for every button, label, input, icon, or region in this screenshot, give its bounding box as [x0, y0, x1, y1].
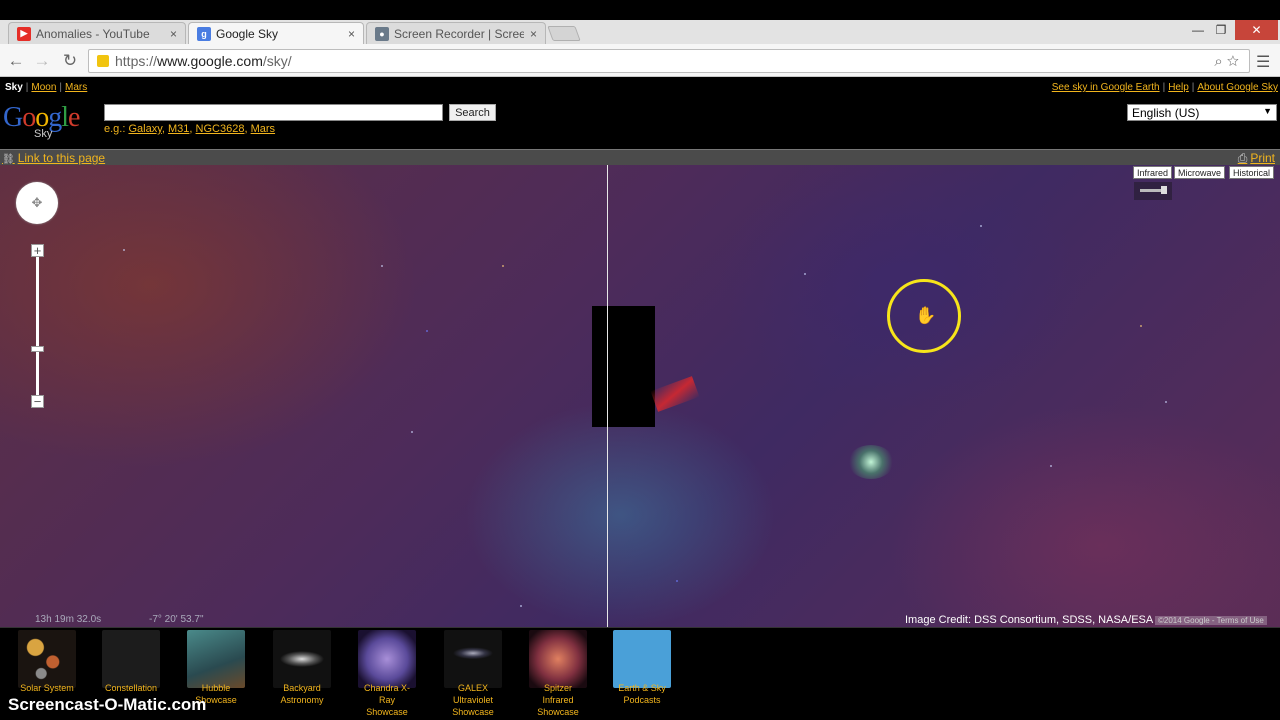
example-galaxy-link[interactable]: Galaxy: [128, 123, 161, 135]
bookmark-star-icon[interactable]: ☆: [1227, 53, 1243, 70]
search-button[interactable]: Search: [449, 104, 496, 121]
reload-icon[interactable]: ↻: [59, 50, 81, 72]
example-mars-link[interactable]: Mars: [251, 123, 275, 135]
showcase-chandra[interactable]: Chandra X-Ray Showcase: [357, 630, 417, 718]
url-text: https://www.google.com/sky/: [115, 53, 292, 69]
recorder-watermark: Screencast-O-Matic.com: [8, 695, 207, 714]
opacity-thumb[interactable]: [1161, 186, 1167, 194]
sky-header: Sky | Moon | Mars See sky in Google Earth | He…: [0, 78, 1280, 148]
copyright-notice: ©2014 Google - Terms of Use: [1155, 616, 1267, 625]
constellation-thumbnail: [102, 630, 160, 688]
browser-toolbar: ← → ↻ https://www.google.com/sky/ ⌕☆ ☰: [0, 44, 1280, 77]
layer-opacity-slider[interactable]: [1134, 182, 1172, 200]
showcase-solar-system[interactable]: Solar System: [17, 630, 77, 694]
showcase-spitzer[interactable]: Spitzer Infrared Showcase: [528, 630, 588, 718]
image-credit: Image Credit: DSS Consortium, SDSS, NASA…: [905, 614, 1154, 626]
dropdown-arrow-icon: ▼: [1263, 106, 1272, 116]
galex-thumbnail: [444, 630, 502, 688]
nebula-streak: [650, 376, 700, 412]
earth-sky-thumbnail: [613, 630, 671, 688]
spitzer-thumbnail: [529, 630, 587, 688]
lock-warning-icon: [97, 55, 109, 67]
showcase-backyard-astronomy[interactable]: Backyard Astronomy: [272, 630, 332, 706]
zoom-in-button[interactable]: +: [31, 244, 44, 257]
address-bar[interactable]: https://www.google.com/sky/ ⌕☆: [88, 49, 1250, 73]
layer-infrared-button[interactable]: Infrared: [1133, 166, 1173, 179]
screencast-icon: ●: [375, 26, 389, 41]
search-examples: e.g.: Galaxy, M31, NGC3628, Mars: [104, 123, 276, 135]
link-bar: ⛓ Link to this page ⎙ Print: [0, 149, 1280, 165]
coordinate-ra: 13h 19m 32.0s: [35, 614, 102, 625]
example-m31-link[interactable]: M31: [168, 123, 189, 135]
pan-control[interactable]: ✥: [16, 182, 58, 224]
zoom-slider-thumb[interactable]: [31, 346, 44, 352]
search-input[interactable]: [104, 104, 443, 121]
youtube-icon: ▶: [17, 26, 31, 41]
printer-icon: ⎙: [1237, 151, 1248, 165]
chain-link-icon: ⛓: [2, 154, 15, 165]
close-window-button[interactable]: ✕: [1235, 20, 1278, 40]
back-icon[interactable]: ←: [5, 50, 27, 72]
forward-icon[interactable]: →: [31, 50, 53, 72]
showcase-earth-sky-podcasts[interactable]: Earth & Sky Podcasts: [612, 630, 672, 706]
zoom-out-button[interactable]: −: [31, 395, 44, 408]
hand-cursor-icon: ✋: [915, 306, 937, 325]
chrome-menu-icon[interactable]: ☰: [1256, 52, 1270, 72]
sky-map[interactable]: ✥ + − Infrared Microwave Historical ✋ 13…: [0, 165, 1280, 627]
google-icon: g: [197, 26, 211, 41]
tab-google-sky[interactable]: g Google Sky ×: [188, 22, 364, 44]
window-top-edge: [0, 0, 1280, 20]
example-ngc3628-link[interactable]: NGC3628: [196, 123, 245, 135]
nav-moon-link[interactable]: Moon: [31, 82, 56, 93]
tab-screen-recorder[interactable]: ● Screen Recorder | Screenc ×: [366, 22, 546, 44]
tab-strip: ▶ Anomalies - YouTube × g Google Sky × ●…: [0, 20, 1280, 44]
google-sky-logo[interactable]: Google Sky: [3, 104, 99, 141]
magnifier-icon[interactable]: ⌕: [1214, 53, 1226, 70]
showcase-constellation[interactable]: Constellation: [101, 630, 161, 694]
help-link[interactable]: Help: [1168, 82, 1189, 93]
tile-seam-line: [607, 165, 608, 627]
header-right-links: See sky in Google Earth | Help | About Googl…: [1051, 82, 1278, 93]
tab-close-icon[interactable]: ×: [170, 27, 177, 41]
zoom-star-icons: ⌕☆: [1214, 53, 1243, 70]
minimize-button[interactable]: —: [1188, 20, 1208, 40]
logo-sub: Sky: [34, 128, 53, 140]
about-link[interactable]: About Google Sky: [1197, 82, 1278, 93]
showcase-bar: Solar System Constellation Hubble Showca…: [0, 627, 1280, 720]
solar-system-thumbnail: [18, 630, 76, 688]
sky-nav: Sky | Moon | Mars: [5, 82, 88, 93]
google-earth-link[interactable]: See sky in Google Earth: [1052, 82, 1160, 93]
green-nebula: [848, 445, 894, 479]
hubble-thumbnail: [187, 630, 245, 688]
missing-tile: [592, 306, 655, 427]
tab-close-icon[interactable]: ×: [530, 27, 537, 41]
showcase-galex[interactable]: GALEX Ultraviolet Showcase: [443, 630, 503, 718]
link-to-page[interactable]: ⛓ Link to this page: [2, 151, 105, 165]
layer-microwave-button[interactable]: Microwave: [1174, 166, 1226, 179]
screen: ▶ Anomalies - YouTube × g Google Sky × ●…: [0, 0, 1280, 720]
backyard-thumbnail: [273, 630, 331, 688]
print-link[interactable]: ⎙ Print: [1238, 151, 1275, 166]
nav-mars-link[interactable]: Mars: [65, 82, 87, 93]
chandra-thumbnail: [358, 630, 416, 688]
pan-arrows-icon: ✥: [31, 195, 43, 210]
layer-historical-button[interactable]: Historical: [1229, 166, 1275, 179]
tab-youtube[interactable]: ▶ Anomalies - YouTube ×: [8, 22, 186, 44]
zoom-slider-track[interactable]: [36, 257, 39, 397]
language-select[interactable]: English (US) ▼: [1127, 104, 1277, 121]
new-tab-button[interactable]: [547, 26, 581, 41]
coordinate-dec: -7° 20' 53.7": [149, 614, 204, 625]
nav-sky-current: Sky: [5, 82, 23, 93]
tab-close-icon[interactable]: ×: [348, 27, 355, 41]
restore-button[interactable]: ❐: [1210, 20, 1232, 40]
